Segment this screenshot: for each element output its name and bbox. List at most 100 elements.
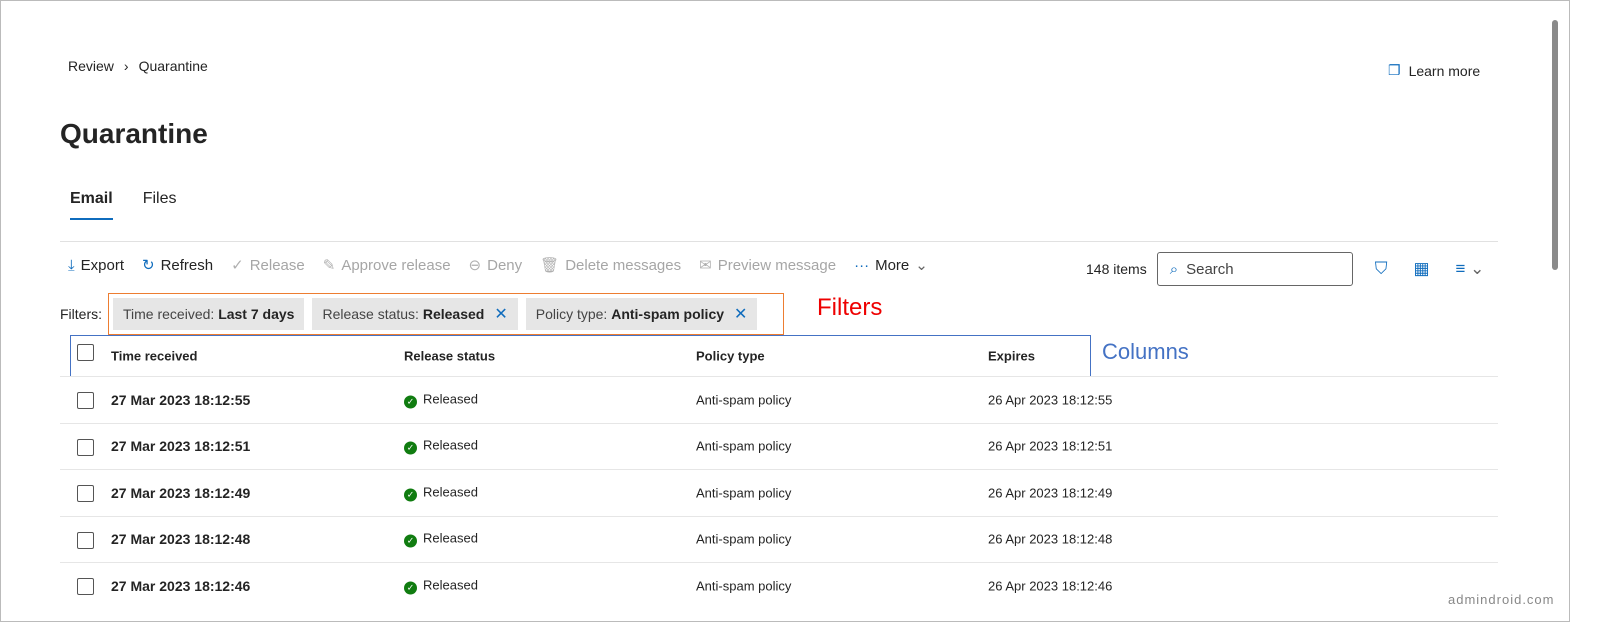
table-header: Time received Release status Policy type…	[60, 336, 1498, 376]
expires: 26 Apr 2023 18:12:51	[988, 438, 1113, 454]
check-circle-icon: ✓	[404, 441, 417, 455]
pencil-icon: ✎	[322, 257, 336, 274]
document-icon: ❐	[1388, 62, 1401, 78]
policy-type: Anti-spam policy	[696, 438, 792, 454]
policy-type: Anti-spam policy	[696, 578, 792, 593]
row-checkbox[interactable]	[77, 485, 94, 502]
preview-label: Preview message	[717, 256, 837, 274]
status-label: Released	[423, 577, 478, 592]
select-all-checkbox[interactable]	[77, 344, 94, 361]
column-time-received[interactable]: Time received	[111, 349, 197, 364]
filters-label: Filters:	[60, 306, 102, 322]
table-row[interactable]: 27 Mar 2023 18:12:46 ✓ Released Anti-spam…	[60, 562, 1498, 608]
breadcrumb: Review › Quarantine	[68, 58, 208, 74]
preview-message-button[interactable]: ✉ Preview message	[699, 256, 837, 275]
table-row[interactable]: 27 Mar 2023 18:12:51 ✓ Released Anti-spam…	[60, 422, 1498, 469]
chevron-right-icon: ›	[123, 58, 129, 74]
refresh-icon: ↻	[142, 257, 155, 274]
chip-value: Anti-spam policy	[611, 306, 725, 322]
customize-columns-icon[interactable]: ▦	[1413, 259, 1429, 279]
search-input[interactable]: ⌕ Search	[1156, 252, 1353, 286]
check-circle-icon: ✓	[404, 534, 417, 548]
time-received: 27 Mar 2023 18:12:49	[111, 484, 251, 501]
refresh-button[interactable]: ↻ Refresh	[142, 256, 214, 275]
close-icon[interactable]: ✕	[734, 304, 747, 324]
search-placeholder: Search	[1186, 260, 1234, 278]
learn-more-link[interactable]: ❐ Learn more	[1388, 62, 1480, 79]
deny-button[interactable]: ⊖ Deny	[468, 256, 523, 275]
delete-label: Delete messages	[565, 256, 682, 274]
table-row[interactable]: 27 Mar 2023 18:12:48 ✓ Released Anti-spam…	[60, 515, 1498, 562]
page-title: Quarantine	[60, 118, 208, 149]
group-by-icon[interactable]: ≡ ⌄	[1456, 259, 1485, 279]
check-circle-icon: ✓	[404, 581, 417, 594]
close-icon[interactable]: ✕	[494, 304, 507, 324]
tabs: Email Files	[70, 190, 176, 220]
release-status: ✓ Released	[404, 577, 478, 594]
chip-key: Policy type:	[535, 306, 608, 322]
breadcrumb-review[interactable]: Review	[68, 58, 114, 74]
policy-type: Anti-spam policy	[696, 485, 792, 500]
item-count: 148 items	[1086, 261, 1147, 277]
chip-value: Last 7 days	[218, 306, 295, 322]
export-label: Export	[80, 256, 124, 274]
status-label: Released	[423, 437, 478, 453]
breadcrumb-quarantine: Quarantine	[138, 58, 208, 74]
release-status: ✓ Released	[404, 531, 478, 548]
status-label: Released	[423, 391, 478, 406]
toolbar-right: 148 items ⌕ Search ⛉ ▦ ≡ ⌄	[1086, 252, 1484, 286]
deny-label: Deny	[487, 256, 523, 274]
policy-type: Anti-spam policy	[696, 531, 792, 547]
envelope-open-icon: ✉	[699, 257, 712, 274]
filter-chip-policy-type[interactable]: Policy type: Anti-spam policy ✕	[525, 298, 758, 330]
time-received: 27 Mar 2023 18:12:55	[111, 391, 251, 408]
column-policy-type[interactable]: Policy type	[696, 349, 765, 364]
scrollbar-thumb[interactable]	[1552, 20, 1558, 270]
download-icon: ⤓	[68, 256, 75, 274]
refresh-label: Refresh	[160, 256, 214, 274]
tab-files[interactable]: Files	[143, 190, 177, 220]
column-expires[interactable]: Expires	[988, 349, 1035, 364]
chip-key: Time received:	[123, 306, 215, 322]
status-label: Released	[423, 530, 478, 546]
expires: 26 Apr 2023 18:12:46	[988, 578, 1113, 593]
check-icon: ✓	[231, 257, 244, 274]
approve-label: Approve release	[341, 256, 451, 274]
release-status: ✓ Released	[404, 391, 478, 408]
release-button[interactable]: ✓ Release	[231, 256, 305, 275]
row-checkbox[interactable]	[77, 438, 94, 456]
filter-settings-icon[interactable]: ⛉	[1375, 259, 1388, 279]
table-row[interactable]: 27 Mar 2023 18:12:49 ✓ Released Anti-spam…	[60, 469, 1498, 515]
tab-email[interactable]: Email	[70, 190, 113, 220]
policy-type: Anti-spam policy	[696, 392, 792, 407]
chip-key: Release status:	[322, 306, 419, 322]
expires: 26 Apr 2023 18:12:55	[988, 392, 1113, 407]
ellipsis-icon: ···	[854, 256, 870, 274]
filters-bar: Filters: Time received: Last 7 days Rele…	[60, 293, 785, 335]
approve-release-button[interactable]: ✎ Approve release	[322, 256, 451, 275]
scrollbar[interactable]	[1550, 20, 1560, 620]
release-label: Release	[249, 256, 305, 274]
time-received: 27 Mar 2023 18:12:51	[111, 438, 251, 454]
delete-messages-button[interactable]: 🗑 Delete messages	[540, 256, 682, 275]
row-checkbox[interactable]	[77, 531, 94, 549]
release-status: ✓ Released	[404, 438, 478, 455]
trash-icon: 🗑	[540, 257, 560, 274]
divider	[60, 241, 1498, 242]
export-button[interactable]: ⤓ Export	[68, 257, 124, 274]
filter-chip-release-status[interactable]: Release status: Released ✕	[312, 298, 518, 330]
more-label: More	[875, 256, 910, 274]
row-checkbox[interactable]	[77, 392, 94, 409]
deny-icon: ⊖	[468, 257, 482, 274]
row-checkbox[interactable]	[77, 578, 94, 595]
filters-highlight: Time received: Last 7 days Release statu…	[108, 293, 785, 335]
more-button[interactable]: ··· More ⌄	[854, 256, 928, 275]
time-received: 27 Mar 2023 18:12:48	[111, 531, 251, 547]
chevron-down-icon: ⌄	[1470, 259, 1485, 278]
filter-chip-time[interactable]: Time received: Last 7 days	[113, 298, 305, 330]
column-release-status[interactable]: Release status	[404, 349, 495, 364]
table-row[interactable]: 27 Mar 2023 18:12:55 ✓ Released Anti-spam…	[60, 376, 1498, 422]
check-circle-icon: ✓	[404, 395, 417, 408]
learn-more-label: Learn more	[1408, 62, 1481, 79]
release-status: ✓ Released	[404, 484, 478, 501]
